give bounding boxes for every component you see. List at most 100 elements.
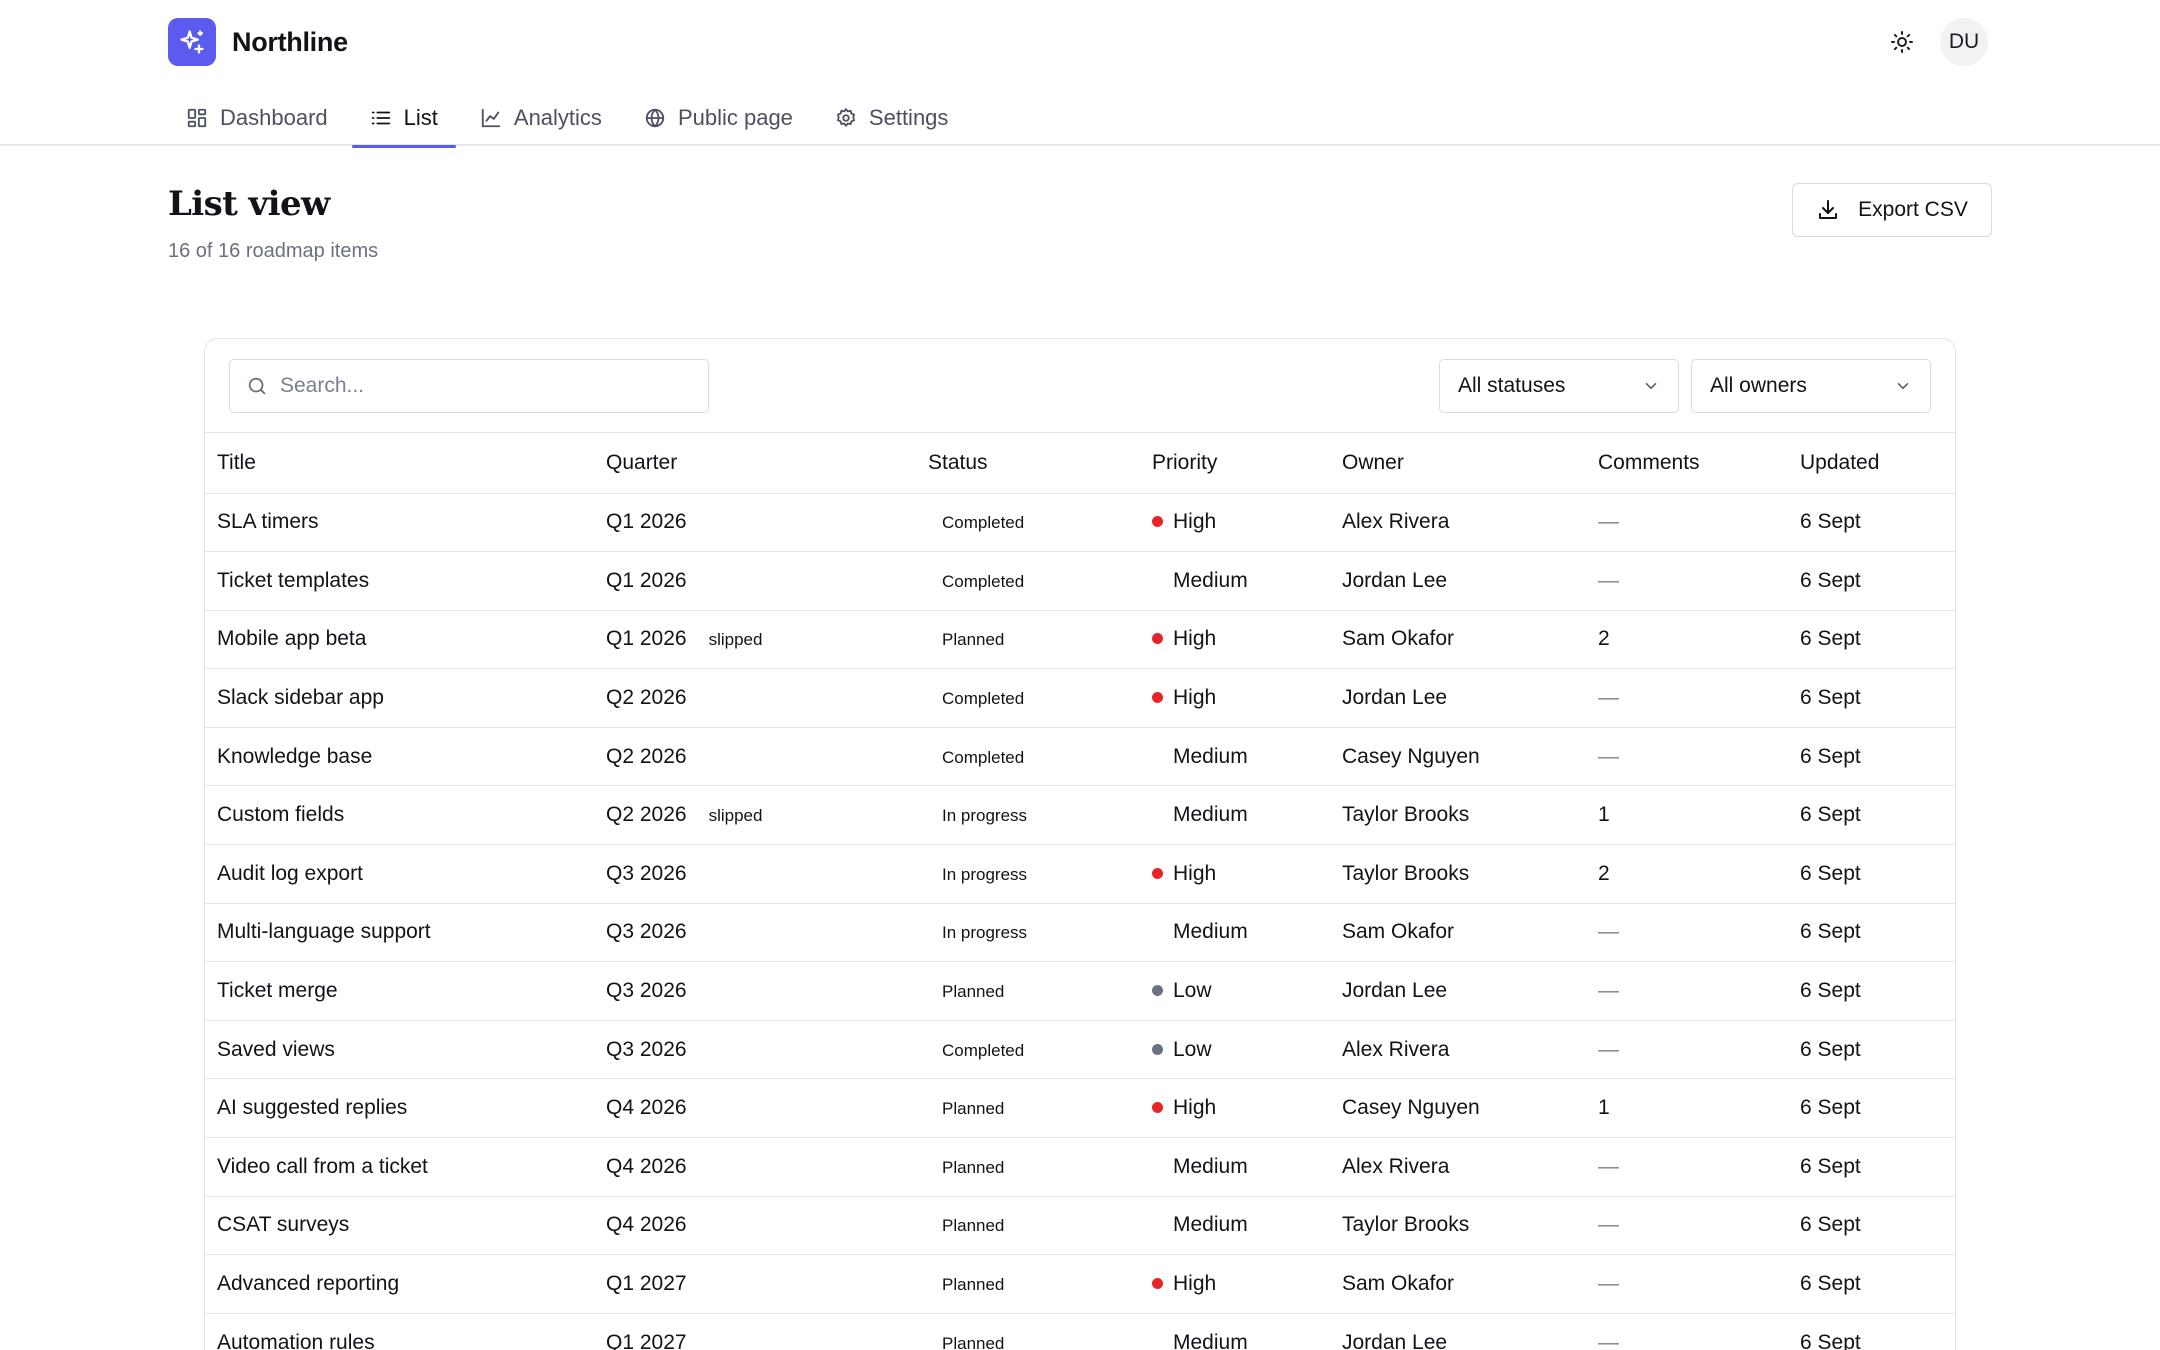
status-filter-select[interactable]: All statuses [1439, 359, 1679, 413]
row-quarter: Q1 2027 [606, 1330, 687, 1350]
priority-dot-icon [1152, 751, 1163, 762]
table-row[interactable]: Saved views Q3 2026 Completed Low Alex River… [205, 1020, 1955, 1080]
user-avatar[interactable]: DU [1940, 18, 1988, 66]
table-row[interactable]: Ticket merge Q3 2026 Planned Low Jordan Lee —… [205, 961, 1955, 1021]
row-owner: Alex Rivera [1330, 493, 1586, 553]
row-owner: Sam Okafor [1330, 1254, 1586, 1314]
table-row[interactable]: AI suggested replies Q4 2026 Planned High Ca… [205, 1078, 1955, 1139]
table-row[interactable]: Knowledge base Q2 2026 Completed Medium Case… [205, 727, 1955, 787]
theme-toggle-button[interactable] [1878, 18, 1926, 66]
table-row[interactable]: Advanced reporting Q1 2027 Planned High Sam … [205, 1254, 1955, 1314]
status-badge: Completed [942, 747, 1025, 767]
row-title: Custom fields [205, 785, 594, 846]
dashboard-icon [187, 108, 207, 128]
row-quarter: Q1 2026 [606, 510, 687, 534]
search-input[interactable] [280, 374, 680, 398]
priority-dot-icon [1152, 1337, 1163, 1348]
row-priority-cell: High [1140, 844, 1330, 904]
column-header-title[interactable]: Title [205, 433, 594, 494]
row-priority: High [1173, 1272, 1217, 1296]
status-badge: Completed [942, 1040, 1025, 1060]
app-name: Northline [232, 26, 348, 57]
row-owner: Jordan Lee [1330, 551, 1586, 611]
row-quarter: Q1 2026 [606, 627, 687, 651]
table-row[interactable]: SLA timers Q1 2026 Completed High Alex River… [205, 493, 1955, 553]
row-priority-cell: Medium [1140, 785, 1330, 846]
table-row[interactable]: Ticket templates Q1 2026 Completed Medium Jo… [205, 551, 1955, 611]
table-row[interactable]: Custom fields Q2 2026 slipped In progress Me… [205, 785, 1955, 846]
row-status-cell: In progress [916, 903, 1140, 963]
brand[interactable]: Northline [168, 18, 348, 66]
row-priority-cell: Medium [1140, 727, 1330, 787]
row-comments: — [1586, 1196, 1788, 1256]
column-header-priority[interactable]: Priority [1140, 433, 1330, 494]
row-owner: Jordan Lee [1330, 1313, 1586, 1350]
row-status-cell: Planned [916, 1313, 1140, 1350]
status-badge: In progress [942, 806, 1028, 826]
row-comments: 1 [1586, 1078, 1788, 1139]
priority-dot-icon [1152, 926, 1163, 937]
export-csv-button[interactable]: Export CSV [1792, 183, 1992, 237]
tab-settings[interactable]: Settings [817, 90, 967, 146]
column-header-status[interactable]: Status [916, 433, 1140, 494]
row-owner: Taylor Brooks [1330, 844, 1586, 904]
column-header-updated[interactable]: Updated [1788, 433, 1955, 494]
table-row[interactable]: Multi-language support Q3 2026 In progress… [205, 903, 1955, 963]
tab-list-label: List [403, 105, 438, 130]
table-row[interactable]: Video call from a ticket Q4 2026 Planned Me… [205, 1137, 1955, 1197]
row-updated: 6 Sept [1788, 1254, 1955, 1314]
row-owner: Jordan Lee [1330, 961, 1586, 1021]
table-row[interactable]: CSAT surveys Q4 2026 Planned Medium Taylor B… [205, 1196, 1955, 1256]
row-quarter-cell: Q1 2026 [594, 551, 916, 611]
globe-icon [645, 108, 665, 128]
status-badge: Completed [942, 513, 1025, 533]
tab-analytics[interactable]: Analytics [462, 90, 620, 146]
row-quarter-cell: Q2 2026 [594, 668, 916, 728]
row-updated: 6 Sept [1788, 610, 1955, 670]
row-priority: Low [1173, 1037, 1212, 1061]
status-badge: Planned [942, 1333, 1005, 1350]
status-badge: Planned [942, 1275, 1005, 1295]
column-header-comments[interactable]: Comments [1586, 433, 1788, 494]
row-comments: — [1586, 903, 1788, 963]
row-owner: Sam Okafor [1330, 610, 1586, 670]
row-comments: — [1586, 668, 1788, 728]
row-priority-cell: High [1140, 493, 1330, 553]
row-priority-cell: Medium [1140, 1313, 1330, 1350]
row-quarter-cell: Q4 2026 [594, 1196, 916, 1256]
priority-dot-icon [1152, 1102, 1163, 1114]
row-status-cell: Planned [916, 1254, 1140, 1314]
priority-dot-icon [1152, 516, 1163, 528]
sun-icon [1891, 31, 1913, 53]
row-priority: High [1173, 627, 1217, 651]
row-quarter: Q3 2026 [606, 920, 687, 944]
column-header-quarter[interactable]: Quarter [594, 433, 916, 494]
row-updated: 6 Sept [1788, 493, 1955, 553]
search-box[interactable] [229, 359, 709, 413]
column-header-owner[interactable]: Owner [1330, 433, 1586, 494]
row-owner: Taylor Brooks [1330, 1196, 1586, 1256]
row-title: Knowledge base [205, 727, 594, 787]
row-quarter: Q4 2026 [606, 1154, 687, 1178]
row-title: Multi-language support [205, 903, 594, 963]
row-title: Mobile app beta [205, 610, 594, 670]
table-row[interactable]: Audit log export Q3 2026 In progress High Ta… [205, 844, 1955, 904]
table-row[interactable]: Mobile app beta Q1 2026 slipped Planned High… [205, 610, 1955, 670]
row-priority: Medium [1173, 1154, 1248, 1178]
tab-dashboard[interactable]: Dashboard [168, 90, 346, 146]
priority-dot-icon [1152, 1219, 1163, 1230]
row-title: Ticket merge [205, 961, 594, 1021]
status-badge: Planned [942, 1099, 1005, 1119]
table-row[interactable]: Automation rules Q1 2027 Planned Medium Jord… [205, 1313, 1955, 1350]
tab-settings-label: Settings [868, 105, 949, 130]
tab-list[interactable]: List [351, 90, 457, 148]
list-icon [371, 111, 390, 125]
row-priority-cell: High [1140, 610, 1330, 670]
tab-public-page[interactable]: Public page [626, 90, 811, 146]
table-row[interactable]: Slack sidebar app Q2 2026 Completed High Jor… [205, 668, 1955, 728]
roadmap-table-card: All statuses All owners Title Quarter St… [204, 338, 1956, 1350]
row-priority: Medium [1173, 1330, 1248, 1350]
row-title: Audit log export [205, 844, 594, 904]
row-priority-cell: Medium [1140, 1196, 1330, 1256]
owner-filter-select[interactable]: All owners [1691, 359, 1931, 413]
